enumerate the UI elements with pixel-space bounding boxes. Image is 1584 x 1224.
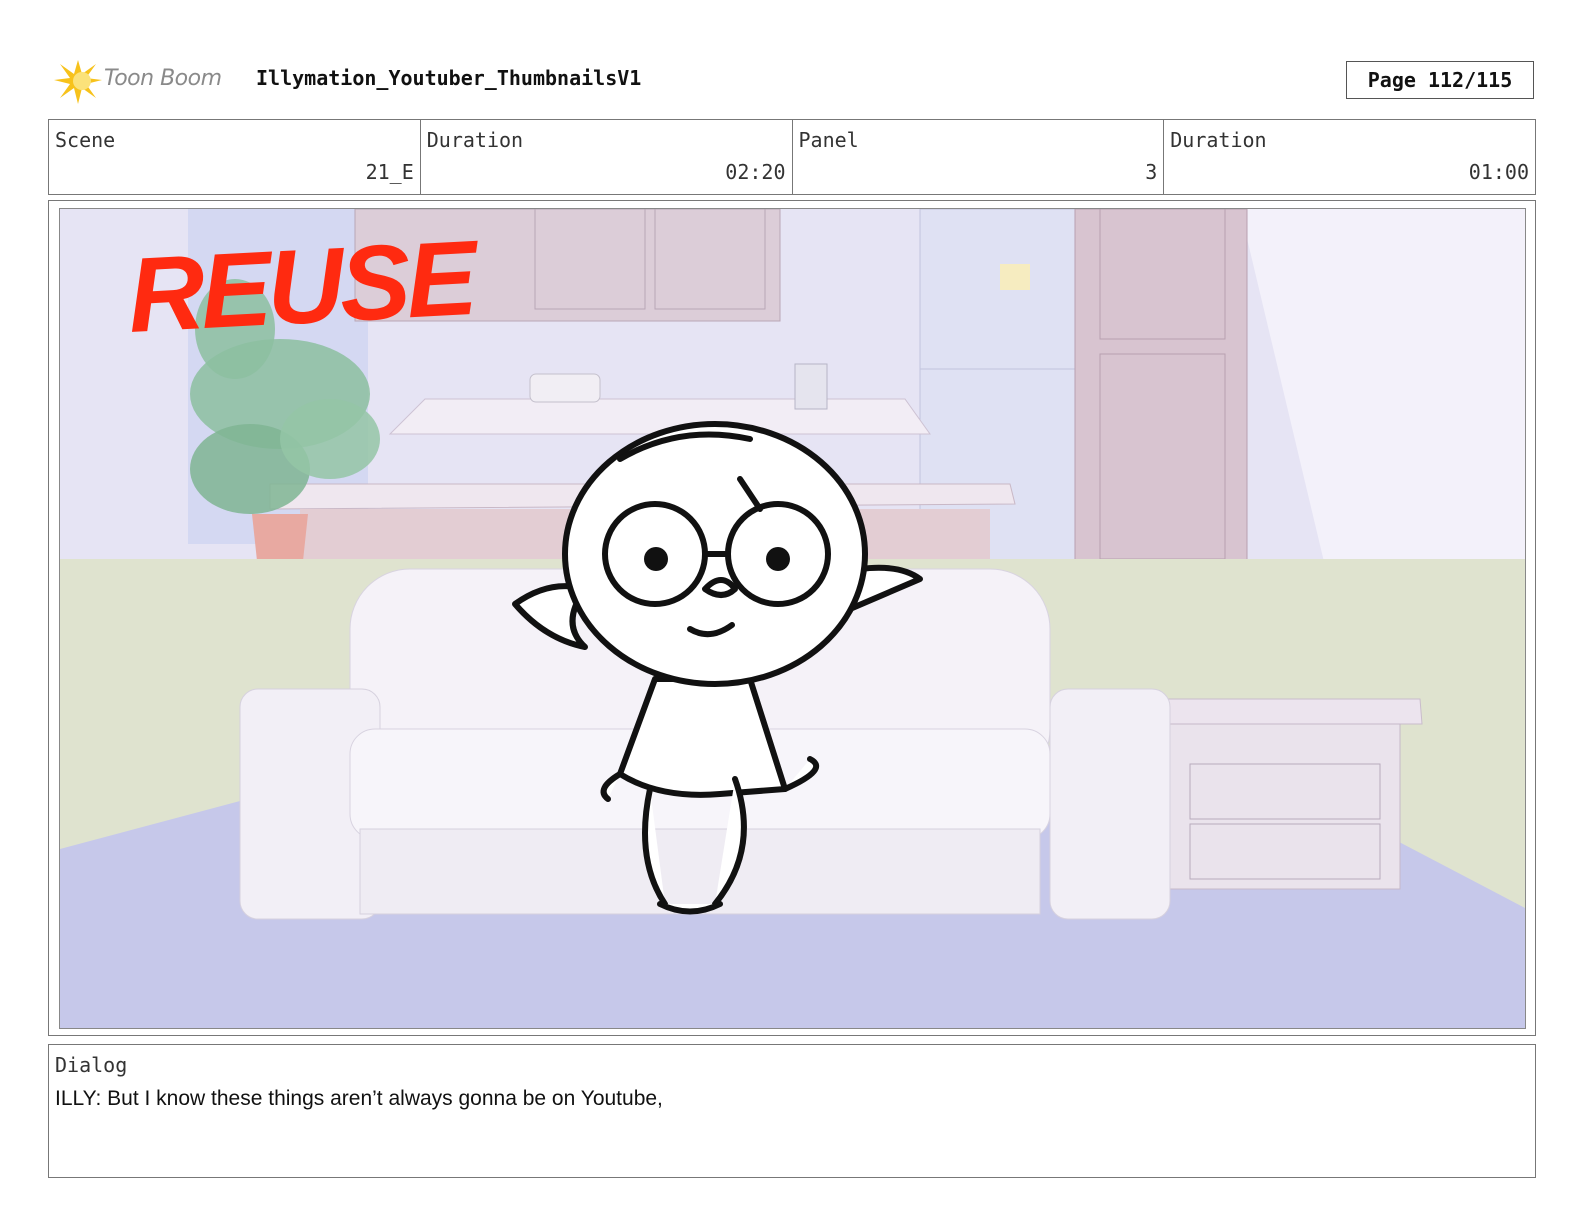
scene-info-row: Scene 21_E Duration 02:20 Panel 3 Durati… — [48, 119, 1536, 195]
panel-duration-cell: Duration 01:00 — [1164, 120, 1535, 194]
scene-value: 21_E — [365, 160, 414, 184]
logo-text: Toon Boom — [104, 66, 222, 91]
reuse-stamp: REUSE — [125, 219, 477, 355]
dialog-box: Dialog ILLY: But I know these things are… — [48, 1044, 1536, 1178]
dialog-label: Dialog — [55, 1053, 128, 1077]
scene-duration-cell: Duration 02:20 — [421, 120, 793, 194]
panel-duration-value: 01:00 — [1468, 160, 1529, 184]
scene-duration-label: Duration — [426, 128, 524, 152]
panel-value: 3 — [1145, 160, 1158, 184]
scene-cell: Scene 21_E — [49, 120, 421, 194]
toon-boom-logo: Toon Boom — [52, 56, 238, 108]
page-indicator: Page 112/115 — [1346, 61, 1534, 99]
panel-duration-label: Duration — [1170, 128, 1267, 152]
scene-duration-value: 02:20 — [725, 160, 786, 184]
panel-cell: Panel 3 — [793, 120, 1165, 194]
panel-label: Panel — [798, 128, 859, 152]
scene-label: Scene — [55, 128, 116, 152]
starburst-icon — [54, 60, 102, 104]
dialog-text: ILLY: But I know these things aren’t alw… — [55, 1087, 663, 1110]
document-title: Illymation_Youtuber_ThumbnailsV1 — [256, 66, 642, 90]
